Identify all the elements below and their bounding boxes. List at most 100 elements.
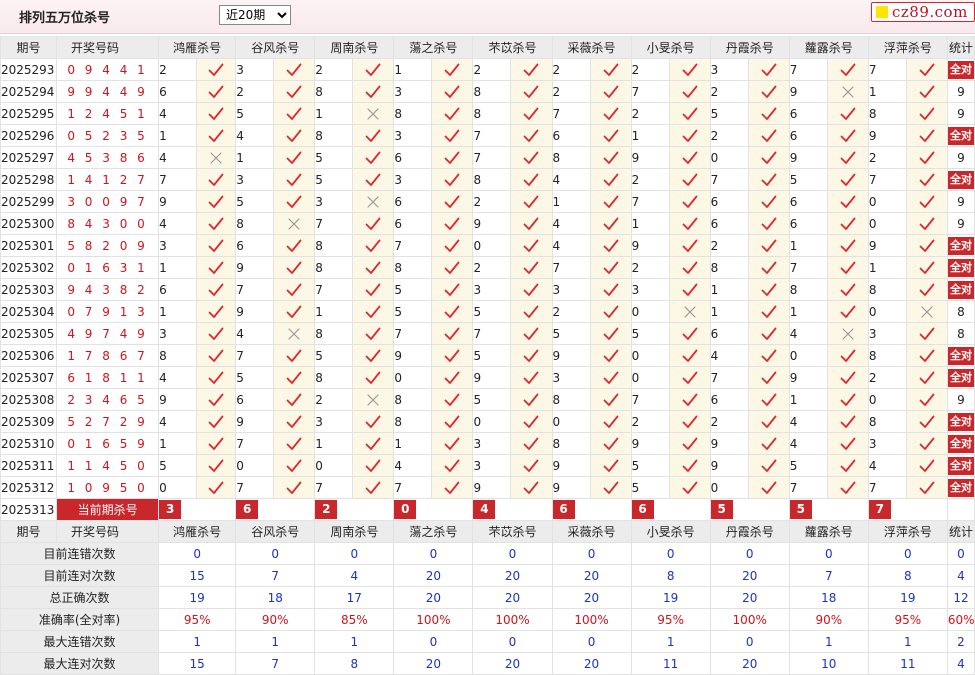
table-row: 2025300 8 4 3 0 048769416609 — [0, 212, 975, 235]
expert-kill-number: 8 — [393, 410, 433, 433]
current-pick-badge: 4 — [473, 500, 496, 519]
correct-check-icon — [905, 366, 948, 389]
summary-total: 60% — [946, 608, 975, 631]
summary-value: 11 — [630, 652, 711, 675]
expert-kill-number: 3 — [314, 410, 354, 433]
expert-kill-number: 3 — [867, 322, 907, 345]
correct-check-icon — [747, 278, 790, 301]
period-cell: 2025305 — [0, 322, 58, 345]
expert-kill-number: 6 — [709, 388, 749, 411]
draw-numbers-cell: 1 2 4 5 1 — [56, 102, 160, 125]
site-logo[interactable]: cz89.com — [871, 2, 975, 22]
correct-check-icon — [905, 124, 948, 147]
correct-check-icon — [826, 212, 869, 235]
correct-check-icon — [510, 168, 553, 191]
correct-check-icon — [196, 168, 237, 191]
row-stat-cell: 9 — [946, 388, 975, 411]
current-pick-cell: 0 — [393, 498, 474, 521]
column-header-expert[interactable]: 鸿雁杀号 — [158, 520, 237, 543]
column-header-expert[interactable]: 周南杀号 — [314, 520, 395, 543]
expert-kill-number: 5 — [314, 146, 354, 169]
expert-kill-number: 3 — [551, 366, 591, 389]
correct-check-icon — [431, 190, 474, 213]
expert-kill-number: 3 — [472, 278, 512, 301]
column-header-expert[interactable]: 谷风杀号 — [235, 520, 316, 543]
row-stat-cell: 8 — [946, 300, 975, 323]
column-header-expert[interactable]: 丹霞杀号 — [709, 36, 790, 59]
summary-value: 0 — [314, 542, 395, 565]
column-header-expert[interactable]: 小旻杀号 — [630, 520, 711, 543]
all-correct-badge: 全对 — [948, 126, 974, 145]
correct-check-icon — [905, 146, 948, 169]
expert-kill-number: 6 — [235, 388, 275, 411]
expert-kill-number: 9 — [630, 234, 670, 257]
column-header-expert[interactable]: 芣苡杀号 — [472, 36, 553, 59]
expert-kill-number: 7 — [235, 278, 275, 301]
expert-kill-number: 7 — [551, 102, 591, 125]
wrong-cross-icon — [668, 300, 711, 323]
correct-check-icon — [589, 410, 632, 433]
summary-value: 20 — [472, 652, 553, 675]
summary-value: 0 — [393, 630, 474, 653]
expert-kill-number: 8 — [314, 234, 354, 257]
summary-header-row: 期号 开奖号码 鸿雁杀号 谷风杀号 周南杀号 蕩之杀号 芣苡杀号 采薇杀号 小旻杀号 丹霞杀号 蘿露… — [0, 520, 975, 543]
correct-check-icon — [273, 454, 316, 477]
wrong-cross-icon — [826, 322, 869, 345]
summary-value: 1 — [867, 630, 948, 653]
expert-kill-number: 3 — [867, 432, 907, 455]
expert-kill-number: 6 — [788, 212, 828, 235]
column-header-expert[interactable]: 采薇杀号 — [551, 36, 632, 59]
top-bar: 排列五万位杀号 近20期 cz89.com — [0, 0, 975, 34]
correct-check-icon — [273, 344, 316, 367]
correct-check-icon — [589, 102, 632, 125]
expert-kill-number: 3 — [235, 58, 275, 81]
period-cell: 2025300 — [0, 212, 58, 235]
correct-check-icon — [196, 80, 237, 103]
column-header-expert[interactable]: 浮萍杀号 — [867, 36, 948, 59]
correct-check-icon — [826, 344, 869, 367]
column-header-expert[interactable]: 小旻杀号 — [630, 36, 711, 59]
expert-kill-number: 4 — [235, 322, 275, 345]
column-header-expert[interactable]: 浮萍杀号 — [867, 520, 948, 543]
column-header-expert[interactable]: 丹霞杀号 — [709, 520, 790, 543]
correct-check-icon — [905, 234, 948, 257]
summary-row: 目前连错次数 0 0 0 0 0 0 0 0 0 0 0 — [0, 542, 975, 565]
column-header-expert[interactable]: 采薇杀号 — [551, 520, 632, 543]
range-select[interactable]: 近20期 — [219, 5, 291, 25]
correct-check-icon — [352, 124, 395, 147]
all-correct-badge: 全对 — [948, 280, 974, 299]
expert-kill-number: 1 — [630, 124, 670, 147]
correct-check-icon — [826, 388, 869, 411]
period-cell: 2025301 — [0, 234, 58, 257]
summary-value: 20 — [472, 564, 553, 587]
summary-value: 18 — [235, 586, 316, 609]
column-header-expert[interactable]: 蕩之杀号 — [393, 36, 474, 59]
expert-kill-number: 4 — [867, 454, 907, 477]
expert-kill-number: 6 — [788, 102, 828, 125]
column-header-expert[interactable]: 鸿雁杀号 — [158, 36, 237, 59]
column-header-expert[interactable]: 蕩之杀号 — [393, 520, 474, 543]
correct-check-icon — [589, 322, 632, 345]
expert-kill-number: 7 — [472, 322, 512, 345]
expert-kill-number: 9 — [472, 476, 512, 499]
expert-kill-number: 6 — [158, 80, 198, 103]
column-header-expert[interactable]: 芣苡杀号 — [472, 520, 553, 543]
column-header-period: 期号 — [0, 36, 58, 59]
correct-check-icon — [431, 476, 474, 499]
correct-check-icon — [510, 366, 553, 389]
correct-check-icon — [747, 234, 790, 257]
column-header-expert[interactable]: 蘿露杀号 — [788, 520, 869, 543]
column-header-expert[interactable]: 周南杀号 — [314, 36, 395, 59]
correct-check-icon — [273, 366, 316, 389]
summary-value: 0 — [235, 542, 316, 565]
column-header-expert[interactable]: 蘿露杀号 — [788, 36, 869, 59]
expert-kill-number: 5 — [314, 168, 354, 191]
summary-total: 4 — [946, 652, 975, 675]
correct-check-icon — [431, 168, 474, 191]
correct-check-icon — [826, 278, 869, 301]
correct-check-icon — [826, 476, 869, 499]
expert-kill-number: 2 — [630, 256, 670, 279]
column-header-expert[interactable]: 谷风杀号 — [235, 36, 316, 59]
wrong-cross-icon — [273, 212, 316, 235]
correct-check-icon — [352, 168, 395, 191]
